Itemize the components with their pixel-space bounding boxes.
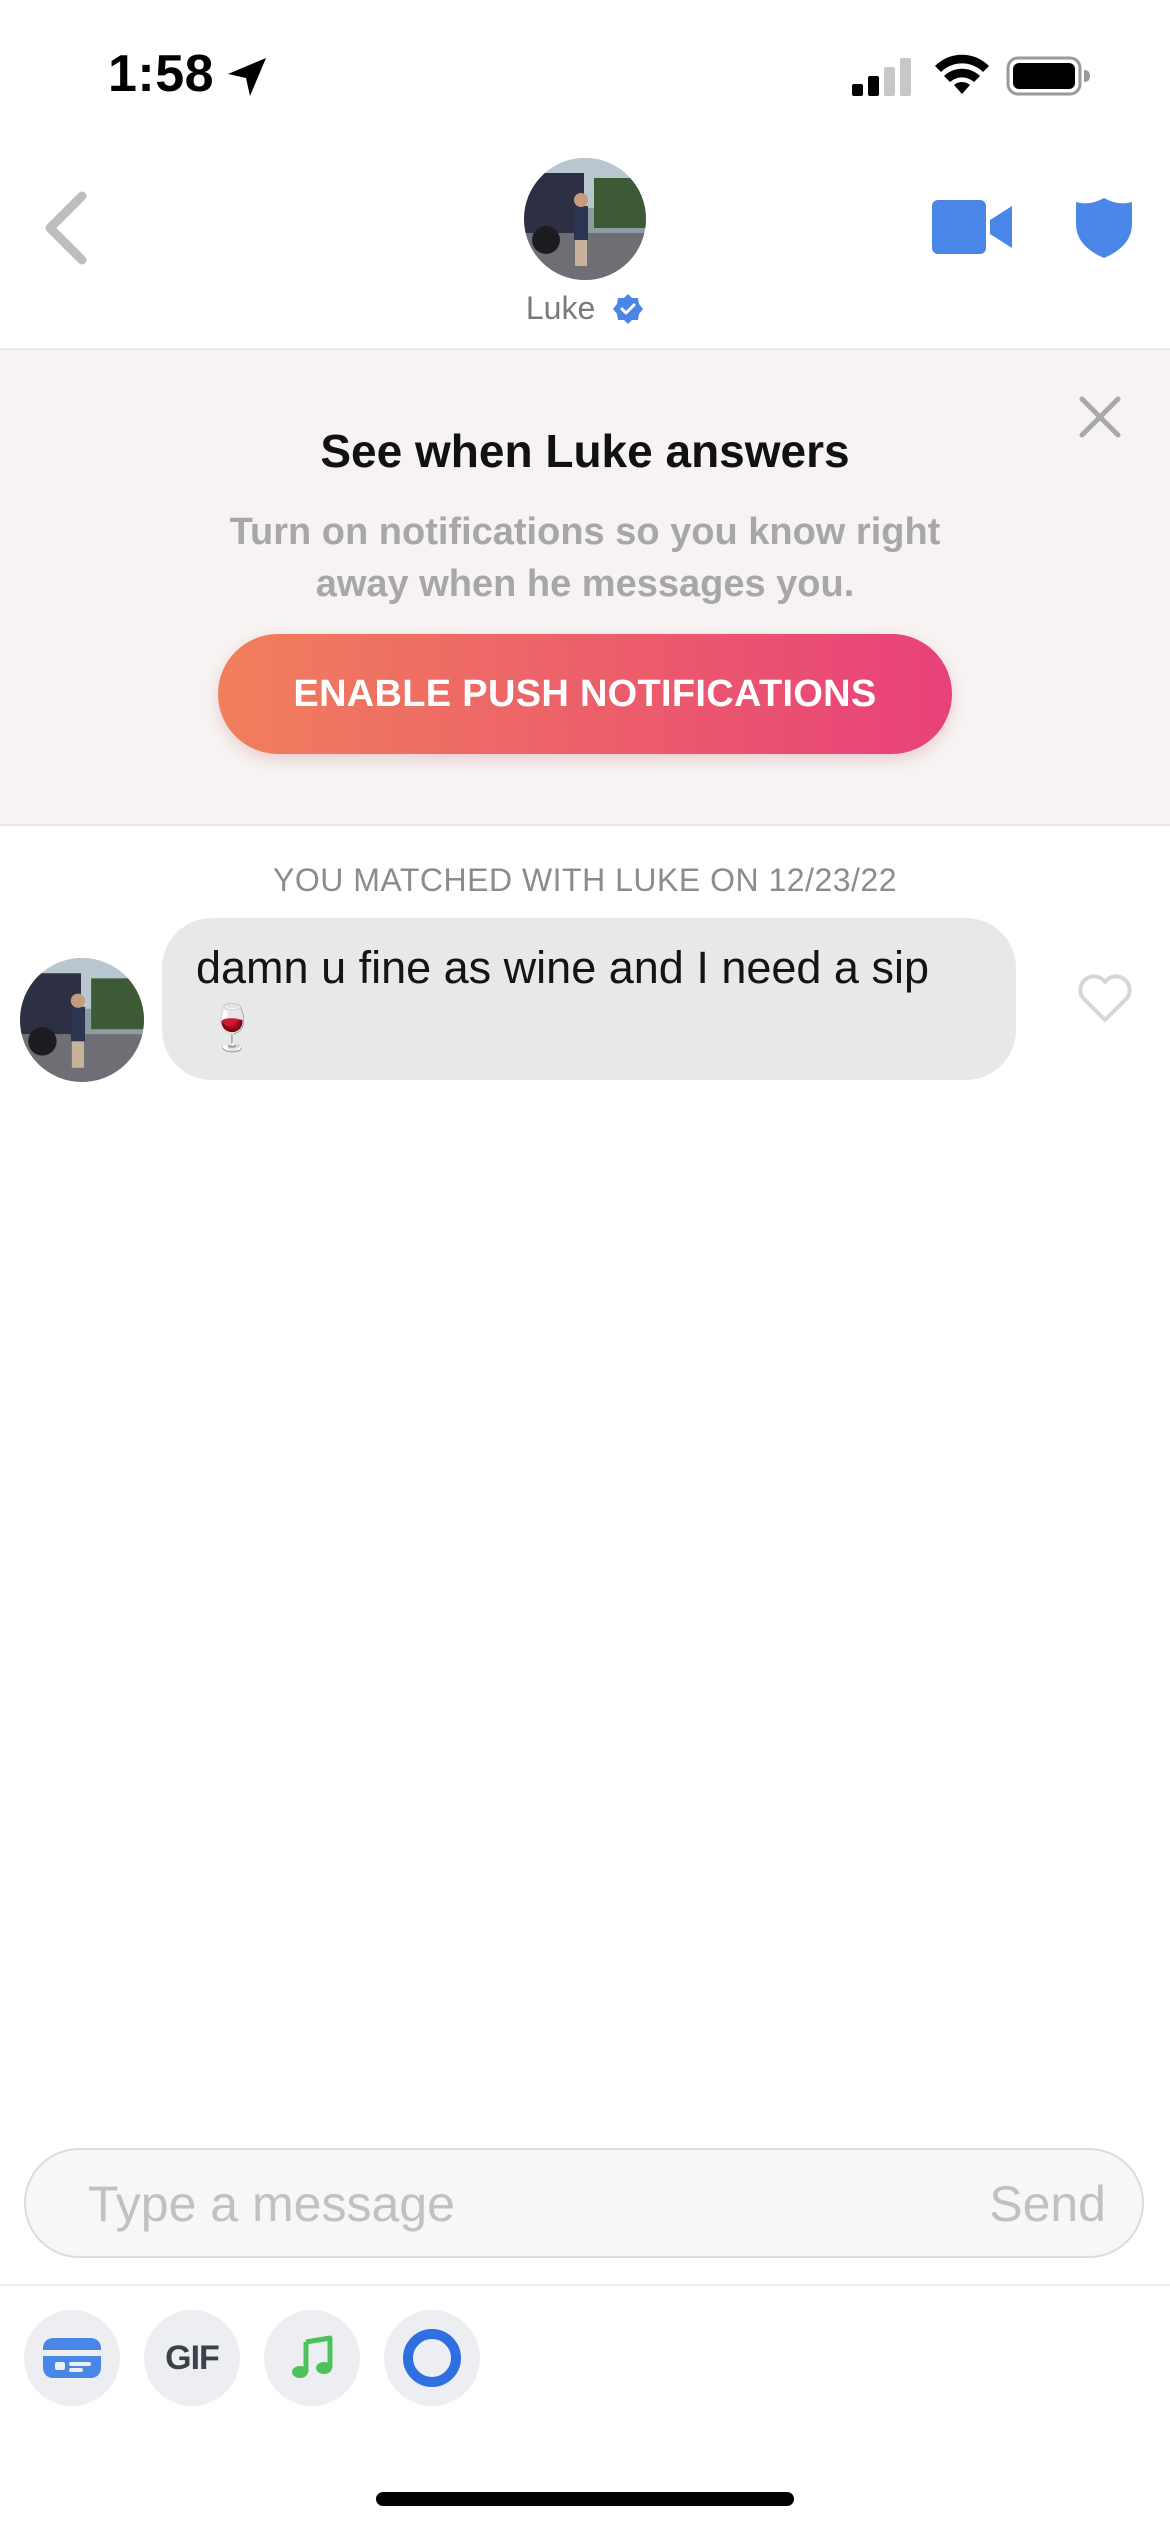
back-chevron-icon[interactable] xyxy=(36,190,96,266)
sticker-card-button[interactable] xyxy=(24,2310,120,2406)
status-time: 1:58 xyxy=(108,45,215,103)
message-composer: Send xyxy=(24,2148,1144,2258)
enable-push-notifications-button[interactable]: ENABLE PUSH NOTIFICATIONS xyxy=(218,634,952,754)
match-name: Luke xyxy=(525,290,596,326)
music-note-icon xyxy=(292,2335,333,2378)
message-text: damn u fine as wine and I need a sip xyxy=(196,942,929,993)
shield-icon[interactable] xyxy=(1074,196,1134,260)
heart-like-icon[interactable] xyxy=(1076,972,1134,1024)
match-date-label: YOU MATCHED WITH LUKE ON 12/23/22 xyxy=(272,862,898,898)
loop-button[interactable] xyxy=(384,2310,480,2406)
music-button[interactable] xyxy=(264,2310,360,2406)
cellular-signal-icon xyxy=(852,58,911,96)
message-sender-avatar[interactable] xyxy=(20,958,144,1082)
wifi-icon xyxy=(935,54,989,94)
toolbar-divider xyxy=(0,2284,1170,2286)
home-indicator xyxy=(376,2492,794,2506)
gif-button[interactable]: GIF xyxy=(144,2310,240,2406)
verified-badge-icon xyxy=(613,294,644,324)
loop-ring-icon xyxy=(403,2329,461,2387)
sticker-card-icon xyxy=(41,2338,103,2378)
video-camera-icon[interactable] xyxy=(932,200,1012,254)
location-arrow-icon xyxy=(228,58,266,96)
banner-description: Turn on notifications so you know right … xyxy=(229,511,941,605)
message-bubble[interactable]: damn u fine as wine and I need a sip 🍷 xyxy=(162,918,1016,1080)
message-input[interactable] xyxy=(86,2170,950,2238)
wine-glass-emoji: 🍷 xyxy=(204,1002,261,1053)
gif-label: GIF xyxy=(165,2338,220,2377)
battery-icon xyxy=(1006,56,1090,96)
send-button[interactable]: Send xyxy=(983,2174,1112,2234)
match-avatar[interactable] xyxy=(524,158,646,280)
banner-title: See when Luke answers xyxy=(320,425,850,477)
